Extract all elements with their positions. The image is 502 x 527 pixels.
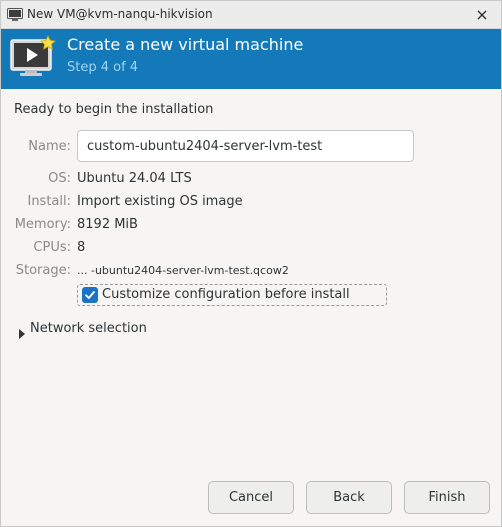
- storage-value: ... -ubuntu2404-server-lvm-test.qcow2: [77, 264, 289, 277]
- customize-config-checkbox[interactable]: Customize configuration before install: [77, 284, 387, 306]
- window-title: New VM@kvm-nanqu-hikvision: [27, 7, 213, 21]
- os-label: OS:: [48, 171, 71, 186]
- storage-label: Storage:: [15, 263, 71, 278]
- memory-value: 8192 MiB: [77, 217, 138, 232]
- install-label: Install:: [27, 194, 71, 209]
- install-value: Import existing OS image: [77, 194, 243, 209]
- memory-label: Memory:: [14, 217, 71, 232]
- cpus-value: 8: [77, 240, 86, 255]
- expander-arrow-icon[interactable]: [18, 324, 26, 339]
- customize-config-label[interactable]: Customize configuration before install: [102, 287, 350, 302]
- ready-message: Ready to begin the installation: [14, 102, 214, 117]
- close-icon[interactable]: [471, 4, 493, 26]
- checkbox-checked-icon[interactable]: [82, 287, 98, 303]
- vm-monitor-icon: [10, 35, 58, 79]
- step-indicator: Step 4 of 4: [67, 60, 139, 75]
- new-vm-dialog: New VM@kvm-nanqu-hikvision Create a new …: [0, 0, 502, 527]
- header-banner: Create a new virtual machine Step 4 of 4: [1, 29, 501, 89]
- finish-button[interactable]: Finish: [404, 481, 490, 514]
- cpus-label: CPUs:: [33, 240, 71, 255]
- vm-name-input[interactable]: [77, 130, 414, 162]
- network-selection-label[interactable]: Network selection: [30, 321, 147, 336]
- title-bar[interactable]: New VM@kvm-nanqu-hikvision: [1, 1, 501, 29]
- dialog-heading: Create a new virtual machine: [67, 35, 304, 54]
- name-label: Name:: [28, 139, 71, 154]
- virt-manager-app-icon: [7, 7, 23, 21]
- os-value: Ubuntu 24.04 LTS: [77, 171, 192, 186]
- cancel-button[interactable]: Cancel: [208, 481, 294, 514]
- back-button[interactable]: Back: [306, 481, 392, 514]
